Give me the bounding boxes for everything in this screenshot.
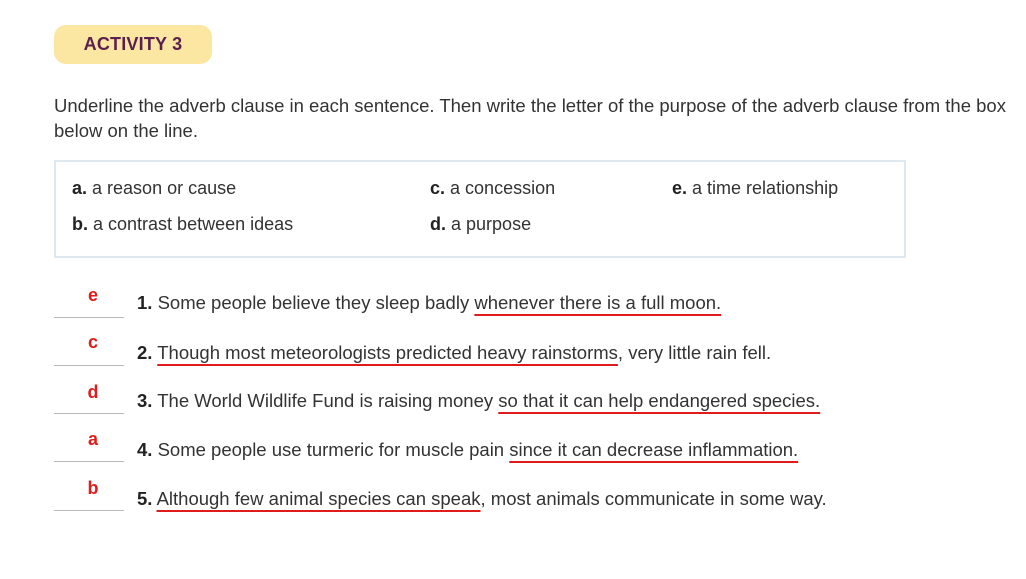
item-number: 2.	[137, 342, 153, 363]
option-text: a purpose	[451, 214, 532, 234]
option-text: a concession	[450, 178, 556, 198]
option-d: d. a purpose	[430, 214, 531, 235]
sentence: 2. Though most meteorologists predicted …	[137, 342, 771, 364]
option-a: a. a reason or cause	[72, 178, 236, 199]
answer-blank-line[interactable]	[54, 365, 124, 366]
sentence: 1. Some people believe they sleep badly …	[137, 292, 721, 314]
option-letter: d.	[430, 214, 446, 234]
adverb-clause: since it can decrease inflammation.	[509, 439, 799, 460]
answer-letter: e	[87, 285, 98, 305]
exercise-item-2: c 2. Though most meteorologists predicte…	[54, 332, 1014, 372]
activity-badge: ACTIVITY 3	[54, 25, 212, 64]
sentence: 3. The World Wildlife Fund is raising mo…	[137, 390, 820, 412]
sentence-main: Some people believe they sleep badly	[157, 292, 475, 313]
adverb-clause: Although few animal species can speak	[156, 488, 481, 509]
sentence-rest: , very little rain fell.	[617, 342, 772, 363]
option-letter: b.	[72, 214, 88, 234]
exercise-item-4: a 4. Some people use turmeric for muscle…	[54, 428, 1014, 468]
answer-blank-line[interactable]	[54, 461, 124, 462]
option-text: a time relationship	[692, 178, 839, 198]
exercise-item-1: e 1. Some people believe they sleep badl…	[54, 284, 1014, 324]
option-letter: e.	[672, 178, 688, 198]
adverb-clause: Though most meteorologists predicted hea…	[157, 342, 618, 363]
exercise-item-3: d 3. The World Wildlife Fund is raising …	[54, 380, 1014, 420]
answer-blank-line[interactable]	[54, 317, 124, 318]
option-text: a contrast between ideas	[93, 214, 294, 234]
item-number: 3.	[137, 390, 153, 411]
item-number: 5.	[137, 488, 153, 509]
adverb-clause: whenever there is a full moon.	[474, 292, 722, 313]
answer-letter: b	[87, 478, 99, 498]
purpose-options-box: a. a reason or cause b. a contrast betwe…	[54, 160, 906, 258]
adverb-clause: so that it can help endangered species.	[498, 390, 821, 411]
option-e: e. a time relationship	[672, 178, 838, 199]
answer-letter: d	[87, 382, 99, 402]
instructions-text: Underline the adverb clause in each sent…	[54, 95, 1006, 141]
option-c: c. a concession	[430, 178, 555, 199]
activity-badge-label: ACTIVITY 3	[83, 34, 183, 54]
sentence: 5. Although few animal species can speak…	[137, 488, 827, 510]
sentence: 4. Some people use turmeric for muscle p…	[137, 439, 798, 461]
option-letter: c.	[430, 178, 446, 198]
item-number: 4.	[137, 439, 153, 460]
answer-blank-line[interactable]	[54, 413, 124, 414]
answer-letter: a	[87, 429, 98, 449]
answer-blank-line[interactable]	[54, 510, 124, 511]
item-number: 1.	[137, 292, 153, 313]
option-letter: a.	[72, 178, 88, 198]
sentence-main: The World Wildlife Fund is raising money	[157, 390, 499, 411]
sentence-rest: , most animals communicate in some way.	[480, 488, 827, 509]
answer-letter: c	[87, 332, 98, 352]
sentence-main: Some people use turmeric for muscle pain	[157, 439, 510, 460]
option-text: a reason or cause	[92, 178, 237, 198]
option-b: b. a contrast between ideas	[72, 214, 293, 235]
exercise-item-5: b 5. Although few animal species can spe…	[54, 477, 1014, 517]
